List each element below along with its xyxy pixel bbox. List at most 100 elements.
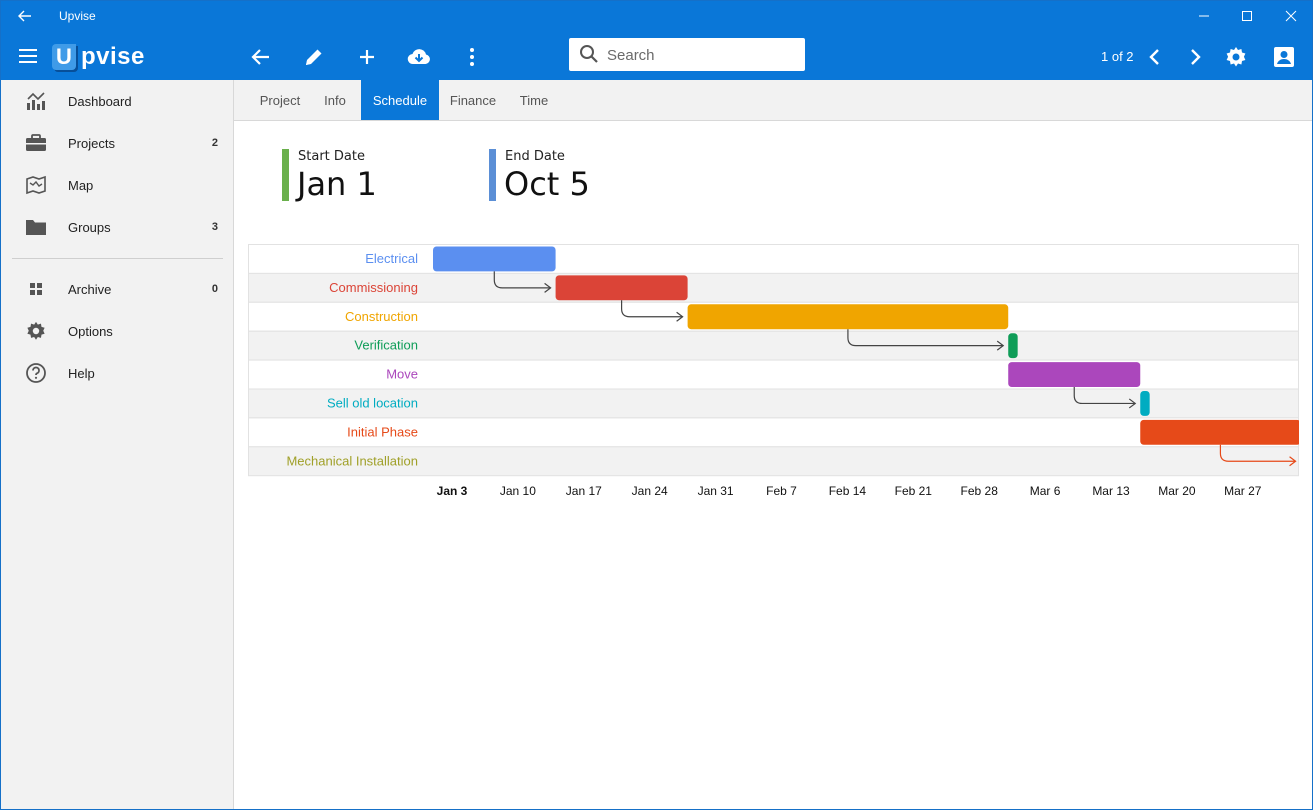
search-input[interactable] — [607, 44, 795, 66]
add-button[interactable] — [354, 44, 380, 70]
gantt-bar[interactable] — [687, 304, 1009, 330]
gantt-x-tick-label: Feb 28 — [961, 484, 999, 498]
end-date-value: Oct 5 — [504, 165, 590, 203]
tab-project[interactable]: Project — [250, 80, 310, 120]
grid-icon — [25, 279, 47, 299]
gantt-x-tick-label: Jan 17 — [566, 484, 602, 498]
sidebar-divider — [12, 258, 223, 259]
more-button[interactable] — [459, 44, 485, 70]
gantt-x-tick-label: Mar 13 — [1092, 484, 1130, 498]
close-icon[interactable] — [1276, 5, 1306, 27]
gantt-task-label: Sell old location — [327, 396, 418, 411]
app-bar: U pvise 1 of 2 — [1, 32, 1312, 80]
briefcase-icon — [25, 133, 47, 153]
tab-info[interactable]: Info — [314, 80, 356, 120]
plus-icon — [360, 50, 374, 64]
gantt-bar[interactable] — [1008, 333, 1018, 359]
folder-icon — [25, 217, 47, 237]
download-button[interactable] — [406, 44, 432, 70]
gantt-task-label: Construction — [345, 309, 418, 324]
gantt-bar[interactable] — [555, 275, 688, 301]
gear-icon — [25, 321, 47, 341]
back-button[interactable] — [248, 44, 274, 70]
gantt-bar[interactable] — [1140, 391, 1150, 416]
sidebar-item-options[interactable]: Options — [1, 311, 233, 351]
gantt-x-tick-label: Feb 14 — [829, 484, 867, 498]
end-date-color-bar — [489, 149, 496, 201]
map-icon — [25, 175, 47, 195]
help-circle-icon — [25, 363, 47, 383]
sidebar-item-label: Groups — [68, 219, 111, 235]
sidebar-item-projects[interactable]: Projects 2 — [1, 123, 233, 163]
minimize-icon[interactable] — [1189, 5, 1219, 27]
tab-bar: Project Info Schedule Finance Time — [234, 80, 1312, 121]
next-button[interactable] — [1182, 44, 1208, 70]
chevron-right-icon — [1191, 49, 1201, 65]
search-box[interactable] — [569, 38, 805, 71]
sidebar-item-label: Help — [68, 365, 95, 381]
gantt-x-tick-label: Jan 24 — [632, 484, 668, 498]
gantt-chart: Electrical Commissioning Construction Verif… — [248, 244, 1299, 498]
pencil-icon — [306, 49, 322, 65]
end-date-block: End Date Oct 5 — [489, 149, 669, 203]
gantt-bar[interactable] — [1140, 419, 1299, 445]
gantt-x-tick-label: Feb 21 — [895, 484, 933, 498]
sidebar: Dashboard Projects 2 Map Groups 3 Archiv… — [1, 80, 234, 809]
end-date-label: End Date — [505, 149, 565, 164]
sidebar-item-count: 0 — [211, 283, 218, 295]
gantt-task-label: Initial Phase — [347, 424, 418, 439]
sidebar-item-label: Map — [68, 177, 94, 193]
dashboard-chart-icon — [25, 91, 47, 111]
window-title: Upvise — [59, 9, 96, 23]
sidebar-item-archive[interactable]: Archive 0 — [1, 269, 233, 309]
sidebar-item-label: Options — [68, 323, 113, 339]
more-vertical-icon — [470, 48, 474, 66]
start-date-value: Jan 1 — [297, 165, 377, 203]
cloud-download-icon — [407, 49, 430, 65]
hamburger-menu-icon[interactable] — [17, 45, 39, 67]
sidebar-item-count: 2 — [211, 137, 218, 149]
sidebar-item-label: Dashboard — [68, 93, 132, 109]
settings-button[interactable] — [1223, 44, 1249, 70]
gear-icon — [1226, 47, 1246, 67]
pager-text: 1 of 2 — [1101, 49, 1134, 64]
account-box-icon — [1274, 47, 1294, 67]
sidebar-item-map[interactable]: Map — [1, 165, 233, 205]
logo-letter: U — [52, 44, 76, 70]
app-window: Upvise U pvise Search 1 of 2 Dashboard P… — [0, 0, 1313, 810]
start-date-color-bar — [282, 149, 289, 201]
tab-time[interactable]: Time — [510, 80, 558, 120]
account-button[interactable] — [1271, 44, 1297, 70]
gantt-x-tick-label: Mar 6 — [1030, 484, 1061, 498]
maximize-icon[interactable] — [1232, 5, 1262, 27]
previous-button[interactable] — [1142, 44, 1168, 70]
start-date-block: Start Date Jan 1 — [282, 149, 462, 203]
gantt-x-tick-label: Mar 20 — [1158, 484, 1196, 498]
sidebar-item-label: Archive — [68, 281, 112, 297]
tab-schedule[interactable]: Schedule — [361, 80, 439, 120]
gantt-x-tick-label: Jan 3 — [437, 484, 468, 498]
chevron-left-icon — [1149, 49, 1159, 65]
edit-button[interactable] — [301, 44, 327, 70]
title-bar: Upvise — [1, 1, 1312, 32]
arrow-left-icon — [251, 49, 269, 65]
sidebar-item-groups[interactable]: Groups 3 — [1, 207, 233, 247]
sidebar-item-count: 3 — [211, 221, 218, 233]
gantt-x-tick-label: Feb 7 — [766, 484, 797, 498]
gantt-bar[interactable] — [1008, 362, 1141, 387]
gantt-task-label: Move — [386, 367, 418, 382]
start-date-label: Start Date — [298, 149, 365, 164]
logo-text: pvise — [81, 43, 145, 70]
sidebar-item-label: Projects — [68, 135, 115, 151]
gantt-task-label: Commissioning — [329, 280, 418, 295]
gantt-x-tick-label: Mar 27 — [1224, 484, 1262, 498]
gantt-bar[interactable] — [433, 246, 556, 272]
gantt-task-label: Electrical — [365, 251, 418, 266]
arrow-left-icon[interactable] — [13, 5, 37, 27]
sidebar-item-help[interactable]: Help — [1, 353, 233, 393]
upvise-logo: U pvise — [52, 43, 145, 70]
sidebar-item-dashboard[interactable]: Dashboard — [1, 81, 233, 121]
gantt-x-tick-label: Jan 31 — [698, 484, 734, 498]
gantt-task-label: Mechanical Installation — [286, 453, 418, 468]
tab-finance[interactable]: Finance — [443, 80, 503, 120]
